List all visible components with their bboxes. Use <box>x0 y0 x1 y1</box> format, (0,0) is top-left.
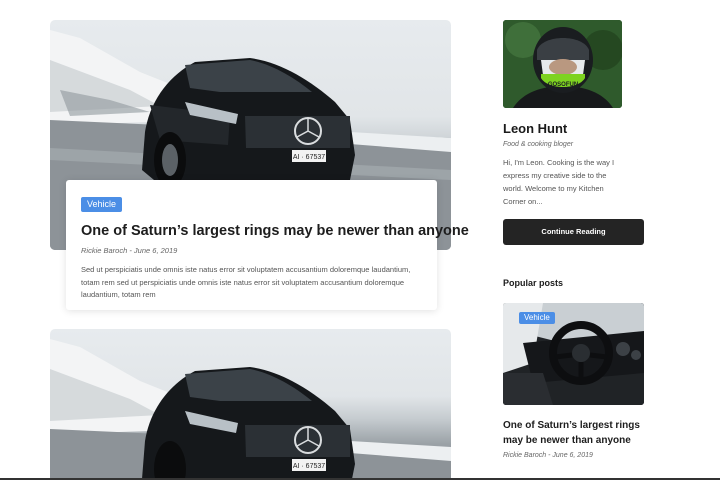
license-plate-text: AI · 67537 <box>293 463 325 470</box>
second-post-image[interactable]: AI · 67537 <box>50 329 451 480</box>
popular-post-meta: Rickie Baroch - June 6, 2019 <box>503 452 593 459</box>
author-bio: Hi, I'm Leon. Cooking is the way I expre… <box>503 158 615 206</box>
helmet-text: GOSOFUN <box>548 82 578 88</box>
author-widget: GOSOFUN Leon Hunt Food & cooking bloger … <box>503 20 663 245</box>
post-title[interactable]: One of Saturn’s largest rings may be new… <box>81 222 469 240</box>
popular-post-title[interactable]: One of Saturn’s largest rings may be new… <box>503 418 658 448</box>
author-avatar: GOSOFUN <box>503 20 622 108</box>
continue-reading-button[interactable]: Continue Reading <box>503 219 644 245</box>
author-role: Food & cooking bloger <box>503 141 574 148</box>
featured-post-card: Vehicle One of Saturn’s largest rings ma… <box>66 180 469 310</box>
popular-posts-heading: Popular posts <box>503 278 564 288</box>
post-meta: Rickie Baroch - June 6, 2019 <box>81 246 178 255</box>
category-badge[interactable]: Vehicle <box>81 197 123 212</box>
popular-post-image[interactable]: Vehicle <box>503 303 644 405</box>
license-plate-text: AI · 67537 <box>293 154 325 161</box>
author-name: Leon Hunt <box>503 121 568 136</box>
popular-category-badge[interactable]: Vehicle <box>519 312 555 324</box>
post-excerpt: Sed ut perspiciatis unde omnis iste natu… <box>81 265 411 299</box>
